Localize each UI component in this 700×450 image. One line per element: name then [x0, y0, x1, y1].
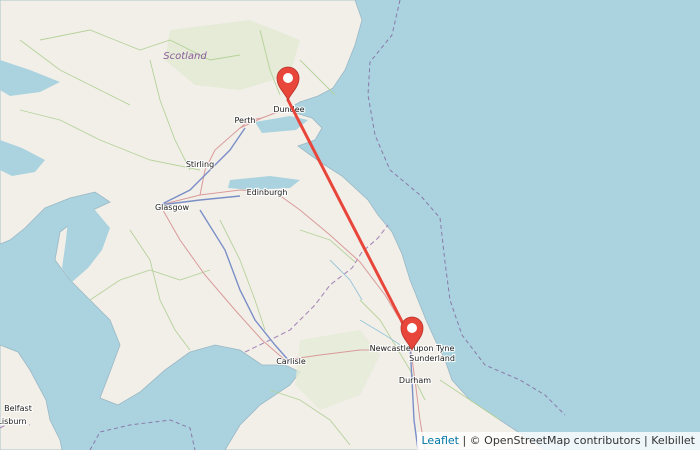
map-container[interactable]: Scotland Dundee Perth Stirling Edinburgh… — [0, 0, 700, 450]
map-canvas[interactable]: Scotland Dundee Perth Stirling Edinburgh… — [0, 0, 700, 450]
label-edinburgh: Edinburgh — [247, 188, 288, 197]
attribution-separator: | © — [458, 434, 485, 447]
region-label: Scotland — [163, 51, 207, 62]
label-belfast: Belfast — [4, 404, 32, 413]
label-perth: Perth — [235, 116, 256, 125]
osm-credit[interactable]: OpenStreetMap contributors — [484, 434, 640, 447]
label-carlisle: Carlisle — [276, 357, 306, 366]
label-stirling: Stirling — [186, 160, 214, 169]
map-pin-dot — [283, 73, 293, 83]
leaflet-link[interactable]: Leaflet — [422, 434, 459, 447]
label-durham: Durham — [399, 376, 431, 385]
provider-credit: Kelbillet — [651, 434, 695, 447]
label-sunderland: Sunderland — [409, 354, 455, 363]
label-dundee: Dundee — [273, 105, 304, 114]
attribution-bar: Leaflet | © OpenStreetMap contributors |… — [416, 432, 700, 450]
attribution-separator-2: | — [640, 434, 652, 447]
label-glasgow: Glasgow — [155, 203, 189, 212]
label-lisburn: Lisburn — [0, 417, 27, 426]
map-pin-dot — [407, 323, 417, 333]
